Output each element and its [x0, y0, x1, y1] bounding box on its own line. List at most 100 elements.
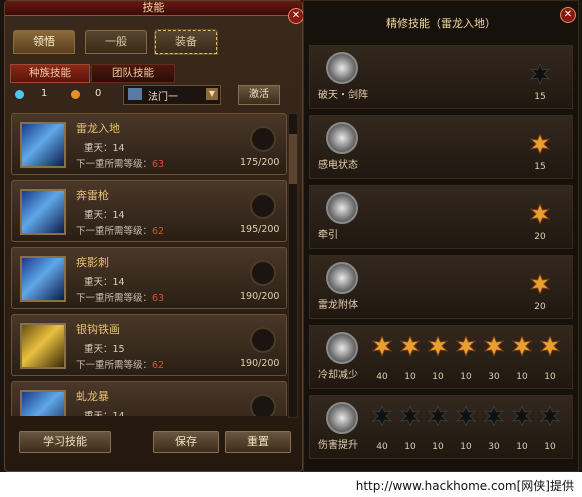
- refine-node-icon: [326, 52, 358, 84]
- refine-node-label: 雷龙附体: [318, 300, 358, 311]
- star-icon[interactable]: [511, 404, 533, 428]
- sword-icon: [128, 88, 142, 100]
- orange-gem-icon: [71, 90, 80, 99]
- star-level: 10: [404, 372, 416, 382]
- list-item[interactable]: 雷龙入地 重天：14 下一重所需等级：63 175/200: [11, 113, 287, 175]
- star-level: 20: [534, 302, 546, 312]
- refine-node[interactable]: 冷却减少 40 10 10 10 30 10 10: [309, 325, 573, 389]
- skill-name: 雷龙入地: [76, 122, 120, 135]
- star-level: 10: [460, 442, 472, 452]
- upgrade-slot[interactable]: [250, 394, 276, 416]
- star-icon[interactable]: [529, 202, 551, 226]
- list-item[interactable]: 奔雷枪 重天：14 下一重所需等级：62 195/200: [11, 180, 287, 242]
- star-level: 10: [404, 442, 416, 452]
- refine-node[interactable]: 雷龙附体 20: [309, 255, 573, 319]
- subtab-race-skills[interactable]: 种族技能: [10, 64, 90, 83]
- star-icon[interactable]: [483, 334, 505, 358]
- skill-icon: [20, 256, 66, 302]
- skill-icon: [20, 189, 66, 235]
- tab-general[interactable]: 一般: [85, 30, 147, 54]
- save-button[interactable]: 保存: [153, 431, 219, 453]
- refine-panel: 精修技能（雷龙入地） ✕ 破天・剑阵 15 感电状态 15 牵引 20 雷龙附体 20 冷却减少…: [303, 0, 579, 472]
- blue-gem-icon: [15, 90, 24, 99]
- skill-exp: 195/200: [240, 224, 280, 235]
- activate-button[interactable]: 激活: [238, 85, 280, 105]
- refine-node-icon: [326, 262, 358, 294]
- refine-node[interactable]: 破天・剑阵 15: [309, 45, 573, 109]
- subtab-team-skills[interactable]: 团队技能: [91, 64, 175, 83]
- refine-node-icon: [326, 332, 358, 364]
- star-level: 10: [460, 372, 472, 382]
- chevron-down-icon[interactable]: ▼: [206, 88, 218, 100]
- watermark-bar: http://www.hackhome.com[网侠]提供: [0, 472, 582, 497]
- list-item[interactable]: 疾影刺 重天：14 下一重所需等级：63 190/200: [11, 247, 287, 309]
- star-icon[interactable]: [427, 334, 449, 358]
- refine-node-label: 牵引: [318, 230, 338, 241]
- skill-exp: 190/200: [240, 358, 280, 369]
- skill-window: 技能 ✕ 领悟 一般 装备 种族技能 团队技能 1 0 法门一 ▼ 激活 雷龙入…: [4, 0, 304, 472]
- star-icon[interactable]: [371, 334, 393, 358]
- upgrade-slot[interactable]: [250, 126, 276, 152]
- list-item[interactable]: 银钩铁画 重天：15 下一重所需等级：62 190/200: [11, 314, 287, 376]
- star-icon[interactable]: [455, 404, 477, 428]
- skill-level: 重天：14: [84, 143, 125, 154]
- skill-list: 雷龙入地 重天：14 下一重所需等级：63 175/200 奔雷枪 重天：14 …: [11, 113, 293, 416]
- refine-node-icon: [326, 122, 358, 154]
- star-icon[interactable]: [399, 404, 421, 428]
- stats-row: 1 0 法门一 ▼ 激活: [11, 85, 296, 105]
- close-icon[interactable]: ✕: [560, 7, 576, 23]
- watermark-text: http://www.hackhome.com[网侠]提供: [355, 479, 574, 493]
- refine-node[interactable]: 伤害提升 40 10 10 10 30 10 10: [309, 395, 573, 459]
- school-select[interactable]: 法门一 ▼: [123, 85, 221, 105]
- points-a: 1: [41, 88, 48, 99]
- skill-name: 奔雷枪: [76, 189, 109, 202]
- refine-node-label: 破天・剑阵: [318, 90, 368, 101]
- star-level: 10: [432, 442, 444, 452]
- refine-node-icon: [326, 402, 358, 434]
- refine-node[interactable]: 牵引 20: [309, 185, 573, 249]
- refine-title: 精修技能（雷龙入地）: [386, 17, 496, 30]
- skill-name: 银钩铁画: [76, 323, 120, 336]
- refine-node-label: 冷却减少: [318, 370, 358, 381]
- upgrade-slot[interactable]: [250, 260, 276, 286]
- skill-level: 重天：15: [84, 344, 125, 355]
- star-level: 20: [534, 232, 546, 242]
- star-icon[interactable]: [529, 132, 551, 156]
- skill-name: 虬龙暴: [76, 390, 109, 403]
- upgrade-slot[interactable]: [250, 327, 276, 353]
- star-level: 10: [516, 442, 528, 452]
- upgrade-slot[interactable]: [250, 193, 276, 219]
- scrollbar-thumb[interactable]: [289, 134, 297, 184]
- star-icon[interactable]: [371, 404, 393, 428]
- list-item[interactable]: 虬龙暴 重天：14: [11, 381, 287, 416]
- star-icon[interactable]: [455, 334, 477, 358]
- star-level: 40: [376, 372, 388, 382]
- refine-node[interactable]: 感电状态 15: [309, 115, 573, 179]
- star-icon[interactable]: [529, 62, 551, 86]
- reset-button[interactable]: 重置: [225, 431, 291, 453]
- refine-node-label: 伤害提升: [318, 440, 358, 451]
- tab-equipment[interactable]: 装备: [154, 29, 218, 55]
- star-icon[interactable]: [427, 404, 449, 428]
- star-level: 30: [488, 442, 500, 452]
- star-icon[interactable]: [529, 272, 551, 296]
- star-icon[interactable]: [399, 334, 421, 358]
- skill-exp: 190/200: [240, 291, 280, 302]
- star-level: 15: [534, 92, 546, 102]
- close-icon[interactable]: ✕: [288, 8, 304, 24]
- school-select-value: 法门一: [148, 92, 178, 103]
- star-icon[interactable]: [539, 334, 561, 358]
- star-level: 10: [432, 372, 444, 382]
- star-icon[interactable]: [511, 334, 533, 358]
- skill-icon: [20, 390, 66, 416]
- learn-skill-button[interactable]: 学习技能: [19, 431, 111, 453]
- star-icon[interactable]: [539, 404, 561, 428]
- star-icon[interactable]: [483, 404, 505, 428]
- skill-icon: [20, 122, 66, 168]
- skill-level: 重天：14: [84, 210, 125, 221]
- tab-comprehend[interactable]: 领悟: [13, 30, 75, 54]
- points-b: 0: [95, 88, 102, 99]
- scrollbar[interactable]: [288, 113, 298, 418]
- skill-exp: 175/200: [240, 157, 280, 168]
- star-level: 10: [544, 442, 556, 452]
